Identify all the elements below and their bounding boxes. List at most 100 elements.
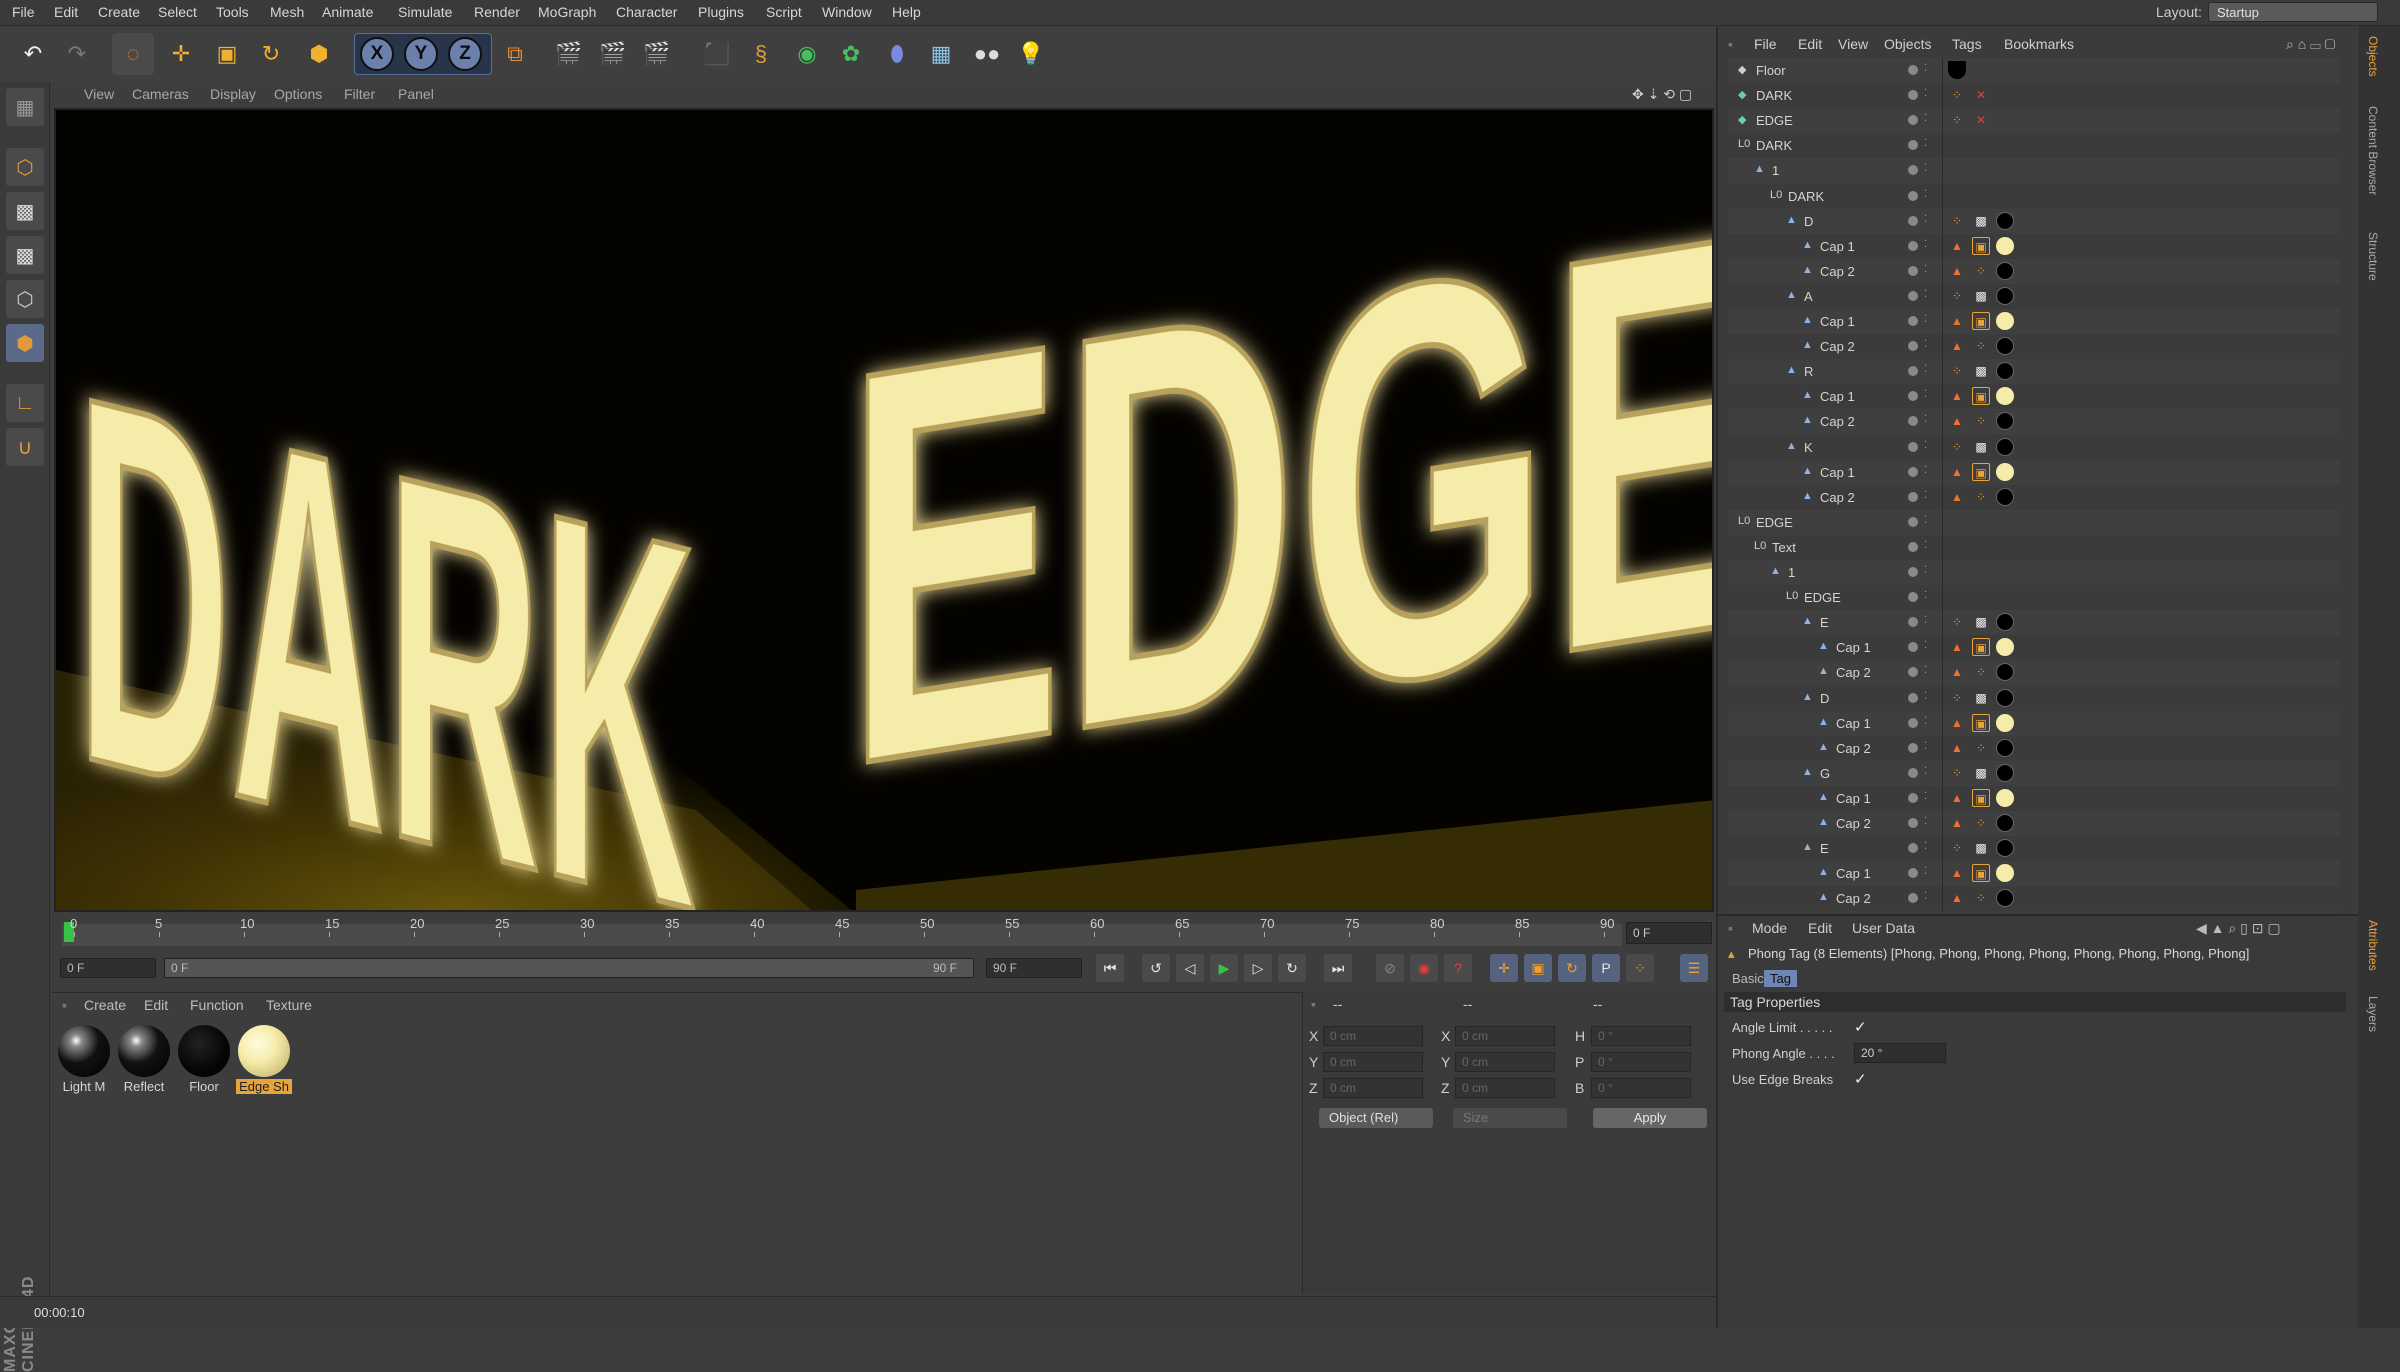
material-swatch[interactable]: Floor bbox=[176, 1025, 232, 1099]
enable-toggle[interactable]: ⁚ bbox=[1924, 716, 1932, 730]
menu-window[interactable]: Window bbox=[822, 4, 872, 20]
dots-tag-icon[interactable]: ⁘ bbox=[1972, 412, 1990, 430]
tri-tag-icon[interactable]: ▲ bbox=[1948, 889, 1966, 907]
enable-toggle[interactable]: ⁚ bbox=[1924, 565, 1932, 579]
enable-toggle[interactable]: ⁚ bbox=[1924, 841, 1932, 855]
menu-tools[interactable]: Tools bbox=[216, 4, 249, 20]
black-tag-icon[interactable] bbox=[1996, 839, 2014, 858]
dots-tag-icon[interactable]: ⁘ bbox=[1948, 287, 1966, 305]
black-tag-icon[interactable] bbox=[1996, 437, 2014, 456]
coord-field[interactable]: 0 ° bbox=[1591, 1052, 1691, 1072]
visibility-dot[interactable] bbox=[1908, 366, 1918, 377]
side-tab-layers[interactable]: Layers bbox=[2366, 996, 2380, 1032]
attr-menu-mode[interactable]: Mode bbox=[1752, 920, 1787, 936]
start-frame-field[interactable]: 0 F bbox=[60, 958, 156, 978]
visibility-dot[interactable] bbox=[1908, 742, 1918, 753]
attr-menu-edit[interactable]: Edit bbox=[1808, 920, 1832, 936]
visibility-dot[interactable] bbox=[1908, 893, 1918, 904]
record-icon[interactable]: ⊘ bbox=[1376, 954, 1404, 982]
visibility-dot[interactable] bbox=[1908, 667, 1918, 678]
yellow-tag-icon[interactable] bbox=[1996, 638, 2014, 657]
object-row[interactable]: ▲ Cap 2 ⁚ ▲ ⁘ bbox=[1728, 811, 2340, 836]
visibility-dot[interactable] bbox=[1908, 466, 1918, 477]
attr-tab-tag[interactable]: Tag bbox=[1764, 970, 1797, 987]
tri-tag-icon[interactable]: ▲ bbox=[1948, 739, 1966, 757]
object-menu-objects[interactable]: Objects bbox=[1884, 36, 1931, 52]
black-tag-icon[interactable] bbox=[1996, 688, 2014, 707]
yellow-tag-icon[interactable] bbox=[1996, 462, 2014, 481]
redo-icon[interactable]: ↷ bbox=[56, 33, 98, 75]
object-row[interactable]: ◆ Floor ⁚ bbox=[1728, 58, 2340, 83]
next-frame-icon[interactable]: ▷ bbox=[1244, 954, 1272, 982]
black-tag-icon[interactable] bbox=[1996, 337, 2014, 356]
side-tab-objects[interactable]: Objects bbox=[2366, 36, 2380, 77]
viewport-menu-options[interactable]: Options bbox=[274, 86, 322, 102]
enable-toggle[interactable]: ⁚ bbox=[1924, 816, 1932, 830]
coord-field[interactable]: 0 ° bbox=[1591, 1026, 1691, 1046]
side-tab-content-browser[interactable]: Content Browser bbox=[2366, 106, 2380, 195]
attr-tab-basic[interactable]: Basic bbox=[1728, 970, 1768, 987]
check-tag-icon[interactable]: ▩ bbox=[1972, 764, 1990, 782]
attr-nav-icon[interactable]: ◀ ▲ ⌕ ▯ ⊡ ▢ bbox=[2196, 920, 2281, 937]
dots-tag-icon[interactable]: ⁘ bbox=[1972, 663, 1990, 681]
black-tag-icon[interactable] bbox=[1996, 362, 2014, 381]
move-icon[interactable]: ✛ bbox=[160, 33, 202, 75]
x-axis-icon[interactable]: X bbox=[360, 37, 394, 71]
enable-toggle[interactable]: ⁚ bbox=[1924, 414, 1932, 428]
enable-toggle[interactable]: ⁚ bbox=[1924, 289, 1932, 303]
axis-mode-icon[interactable]: ∟ bbox=[6, 384, 44, 422]
black-tag-icon[interactable] bbox=[1996, 763, 2014, 782]
play-icon[interactable]: ▶ bbox=[1210, 954, 1238, 982]
black-tag-icon[interactable] bbox=[1996, 889, 2014, 908]
dots-tag-icon[interactable]: ⁘ bbox=[1948, 212, 1966, 230]
attr-menu-user-data[interactable]: User Data bbox=[1852, 920, 1915, 936]
visibility-dot[interactable] bbox=[1908, 316, 1918, 326]
deformer-icon[interactable]: ⬮ bbox=[876, 33, 918, 75]
visibility-dot[interactable] bbox=[1908, 115, 1918, 126]
visibility-dot[interactable] bbox=[1908, 240, 1918, 251]
enable-toggle[interactable]: ⁚ bbox=[1924, 163, 1932, 177]
undo-icon[interactable]: ↶ bbox=[12, 33, 54, 75]
enable-toggle[interactable]: ⁚ bbox=[1924, 791, 1932, 805]
dots-tag-icon[interactable]: ⁘ bbox=[1972, 262, 1990, 280]
visibility-dot[interactable] bbox=[1908, 617, 1918, 628]
object-row[interactable]: L0 EDGE ⁚ bbox=[1728, 509, 2340, 535]
object-menu-view[interactable]: View bbox=[1838, 36, 1868, 52]
check-tag-icon[interactable]: ▩ bbox=[1972, 287, 1990, 305]
enable-toggle[interactable]: ⁚ bbox=[1924, 490, 1932, 504]
dots-tag-icon[interactable]: ⁘ bbox=[1948, 839, 1966, 857]
enable-toggle[interactable]: ⁚ bbox=[1924, 389, 1932, 403]
visibility-dot[interactable] bbox=[1908, 265, 1918, 276]
side-tab-structure[interactable]: Structure bbox=[2366, 232, 2380, 281]
object-row[interactable]: L0 Text ⁚ bbox=[1728, 534, 2340, 560]
enable-toggle[interactable]: ⁚ bbox=[1924, 465, 1932, 479]
tri-tag-icon[interactable]: ▲ bbox=[1948, 237, 1966, 255]
light-icon[interactable]: 💡 bbox=[1010, 33, 1052, 75]
dots-tag-icon[interactable]: ⁘ bbox=[1948, 438, 1966, 456]
enable-toggle[interactable]: ⁚ bbox=[1924, 691, 1932, 705]
object-row[interactable]: ▲ Cap 2 ⁚ ▲ ⁘ bbox=[1728, 409, 2340, 435]
object-row[interactable]: ▲ K ⁚ ⁘ ▩ bbox=[1728, 434, 2340, 460]
object-row[interactable]: ▲ Cap 2 ⁚ ▲ ⁘ bbox=[1728, 735, 2340, 761]
visibility-dot[interactable] bbox=[1908, 843, 1918, 854]
visibility-dot[interactable] bbox=[1908, 592, 1918, 603]
tri-tag-icon[interactable]: ▲ bbox=[1948, 337, 1966, 355]
object-row[interactable]: ▲ R ⁚ ⁘ ▩ bbox=[1728, 359, 2340, 385]
object-row[interactable]: ▲ Cap 1 ⁚ ▲ ▣ bbox=[1728, 861, 2340, 887]
object-row[interactable]: L0 DARK ⁚ bbox=[1728, 183, 2340, 209]
angle-limit-checkbox[interactable]: ✓ bbox=[1854, 1018, 1867, 1036]
visibility-dot[interactable] bbox=[1908, 642, 1918, 653]
enable-toggle[interactable]: ⁚ bbox=[1924, 339, 1932, 353]
end-frame-field[interactable]: 90 F bbox=[986, 958, 1082, 978]
sel-tag-icon[interactable]: ▣ bbox=[1972, 713, 1990, 732]
object-row[interactable]: ▲ D ⁚ ⁘ ▩ bbox=[1728, 685, 2340, 711]
tri-tag-icon[interactable]: ▲ bbox=[1948, 312, 1966, 330]
menu-script[interactable]: Script bbox=[766, 4, 802, 20]
menu-plugins[interactable]: Plugins bbox=[698, 4, 744, 20]
make-editable-icon[interactable]: ▦ bbox=[6, 88, 44, 126]
enable-toggle[interactable]: ⁚ bbox=[1924, 264, 1932, 278]
prev-frame-icon[interactable]: ◁ bbox=[1176, 954, 1204, 982]
menu-mesh[interactable]: Mesh bbox=[270, 4, 304, 20]
workplane-icon[interactable]: ▩ bbox=[6, 236, 44, 274]
material-swatch-selected[interactable]: Edge Sh bbox=[236, 1025, 292, 1099]
